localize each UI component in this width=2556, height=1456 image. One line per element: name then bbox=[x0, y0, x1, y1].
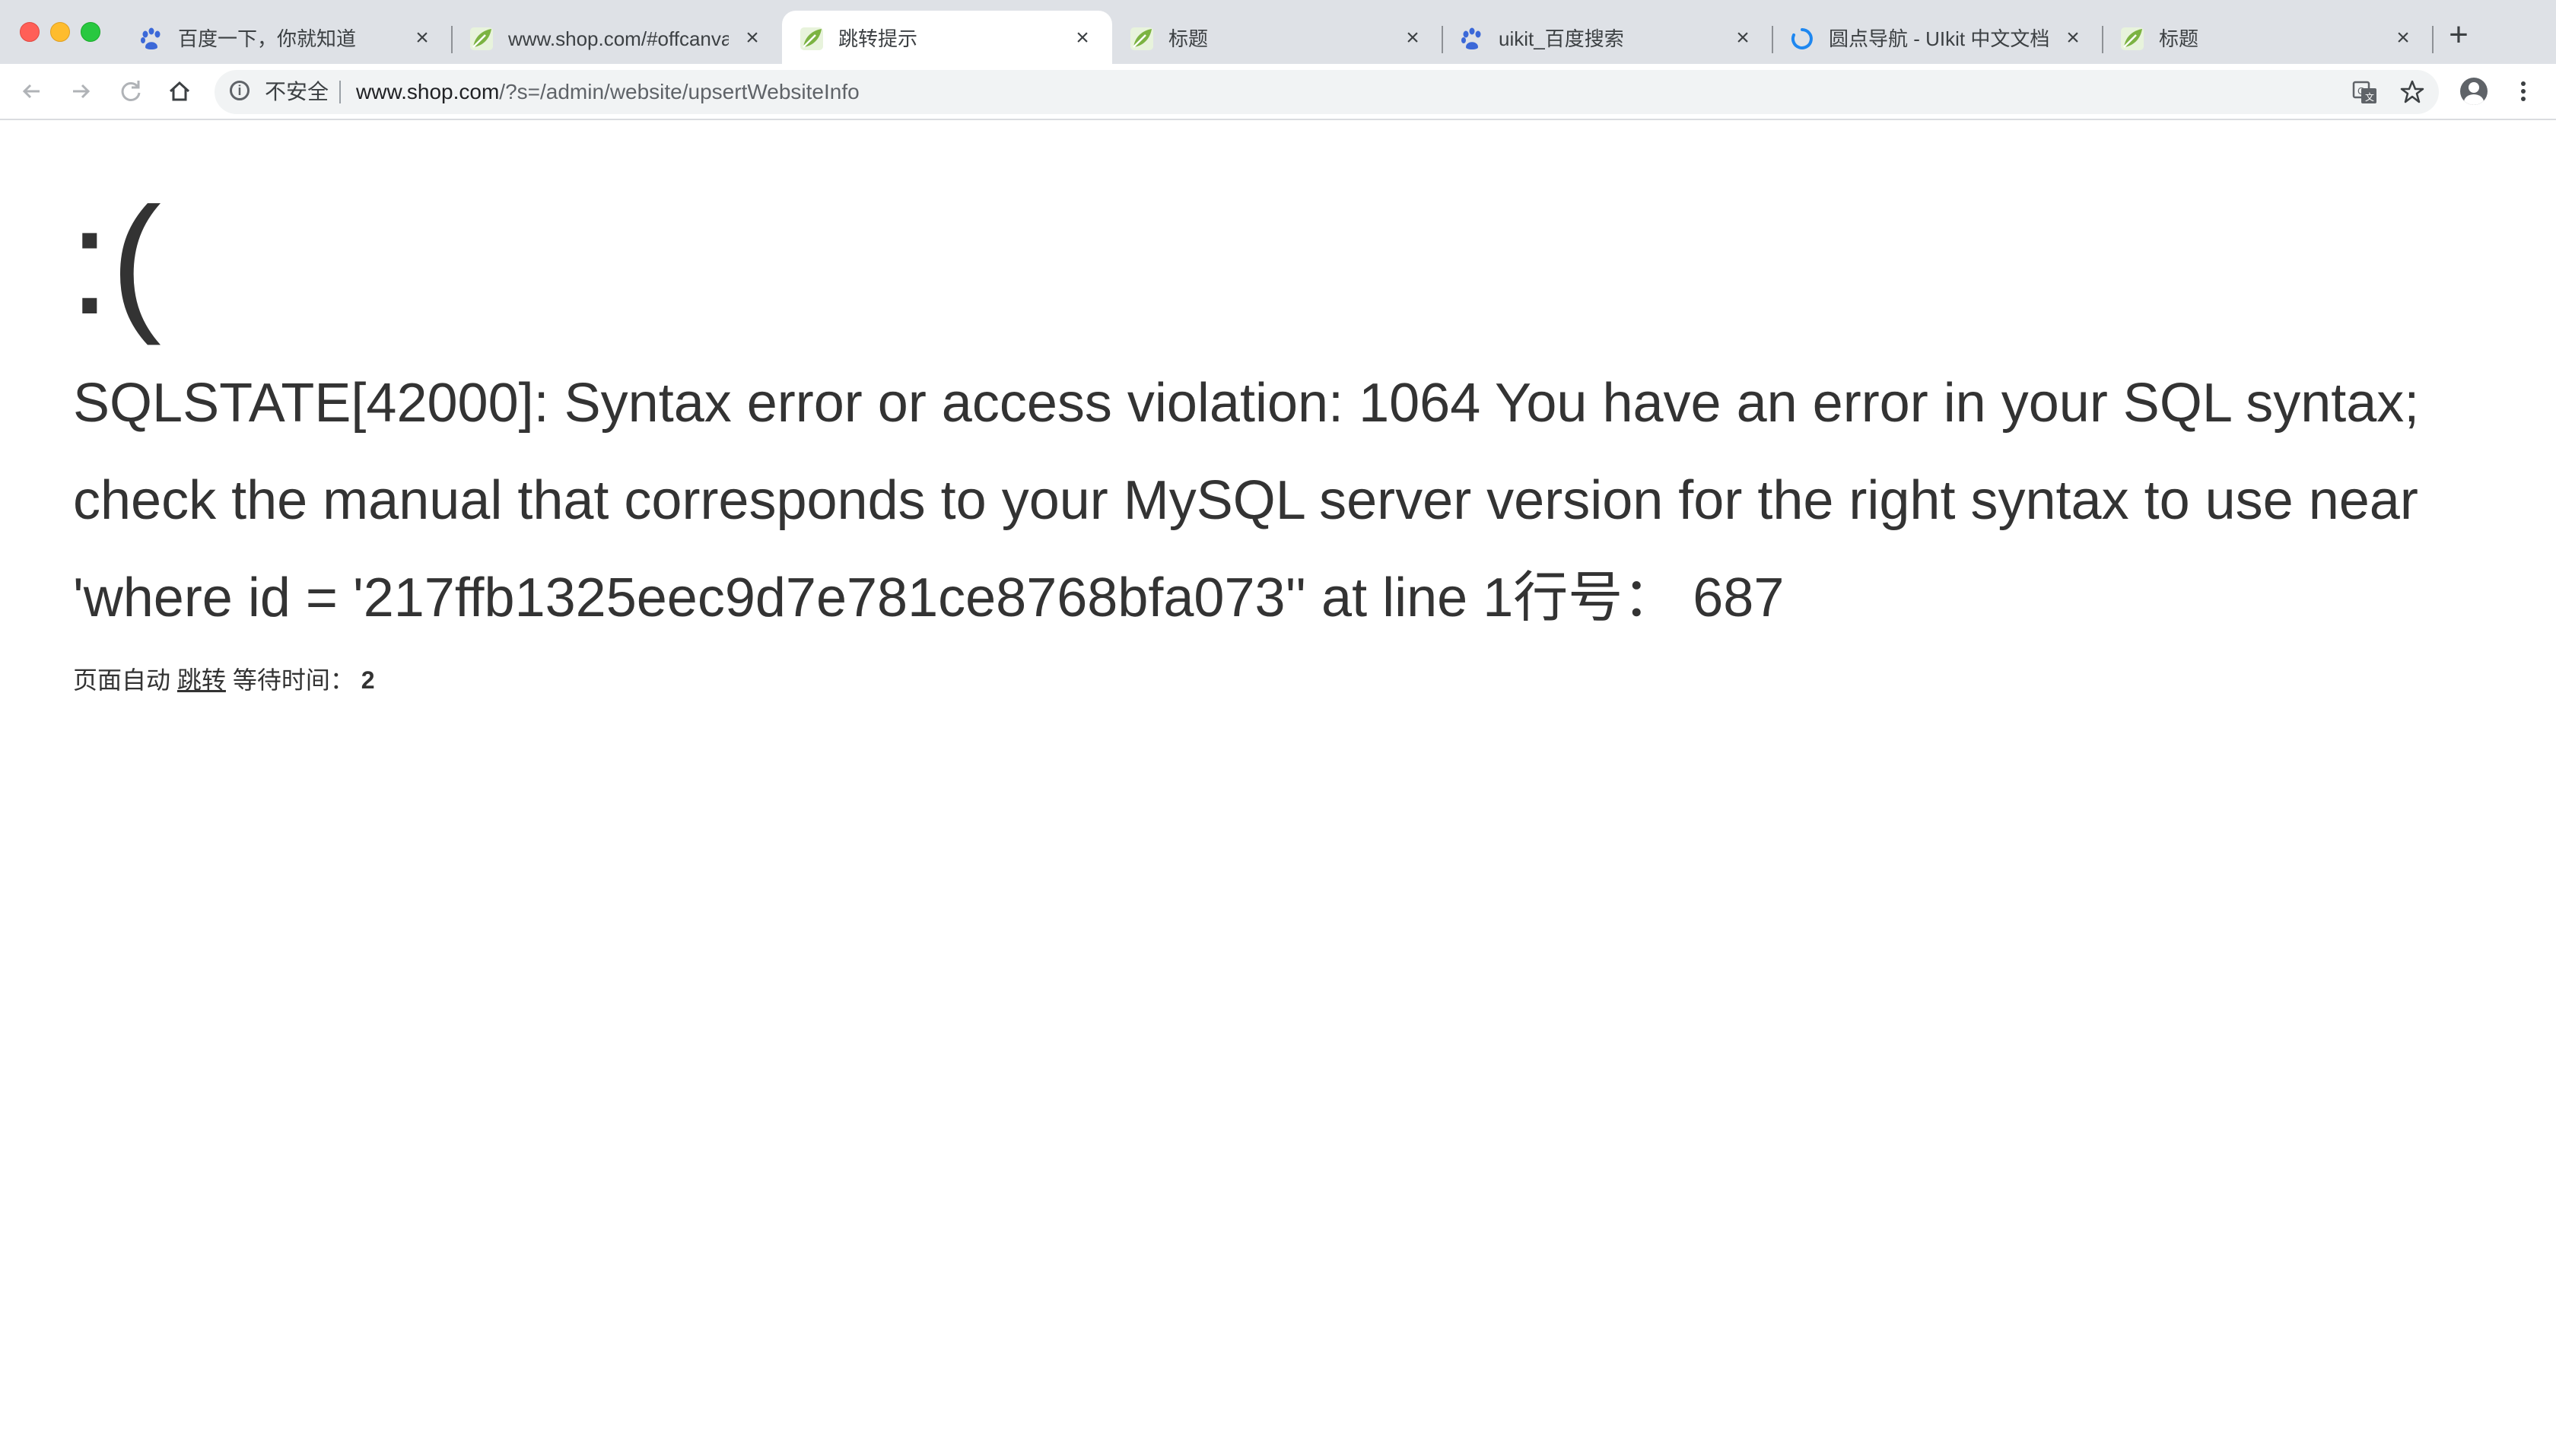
info-icon[interactable]: i bbox=[230, 81, 250, 100]
omnibox-separator bbox=[339, 81, 341, 103]
redirect-prefix: 页面自动 bbox=[73, 666, 171, 694]
browser-tab-active[interactable]: 跳转提示 × bbox=[782, 11, 1112, 64]
redirect-notice: 页面自动 跳转 等待时间： 2 bbox=[73, 663, 375, 697]
leaf-icon bbox=[470, 27, 493, 50]
more-menu-icon[interactable] bbox=[2512, 76, 2535, 106]
tab-title: 标题 bbox=[2159, 27, 2199, 50]
browser-tab[interactable]: 圆点导航 - UIkit 中文文档 × bbox=[1772, 11, 2103, 64]
svg-text:文: 文 bbox=[2365, 91, 2374, 103]
wait-seconds: 2 bbox=[361, 666, 375, 694]
tab-title: uikit_百度搜索 bbox=[1499, 27, 1624, 50]
baidu-paw-icon bbox=[141, 27, 161, 49]
bookmark-star-icon[interactable] bbox=[2398, 78, 2427, 106]
url-text[interactable]: www.shop.com/?s=/admin/website/upsertWeb… bbox=[356, 78, 860, 106]
svg-text:G: G bbox=[2357, 86, 2364, 97]
page-content: :( SQLSTATE[42000]: Syntax error or acce… bbox=[0, 120, 2556, 1456]
address-bar[interactable]: i 不安全 www.shop.com/?s=/admin/website/ups… bbox=[215, 70, 2439, 114]
security-label[interactable]: 不安全 bbox=[265, 78, 329, 106]
browser-tab[interactable]: 标题 × bbox=[2103, 11, 2434, 64]
url-path: /?s=/admin/website/upsertWebsiteInfo bbox=[499, 80, 860, 103]
tab-close-icon[interactable]: × bbox=[1400, 25, 1426, 51]
leaf-icon bbox=[800, 27, 823, 50]
window-minimize-button[interactable] bbox=[50, 22, 70, 42]
sad-face: :( bbox=[68, 176, 162, 346]
browser-tab[interactable]: 标题 × bbox=[1112, 11, 1443, 64]
leaf-icon bbox=[1130, 27, 1153, 50]
browser-tab[interactable]: uikit_百度搜索 × bbox=[1442, 11, 1773, 64]
new-tab-button[interactable]: + bbox=[2443, 18, 2474, 52]
jump-link[interactable]: 跳转 bbox=[177, 666, 226, 694]
home-icon[interactable] bbox=[164, 76, 195, 106]
tab-close-icon[interactable]: × bbox=[2390, 25, 2416, 51]
forward-arrow-icon[interactable] bbox=[65, 76, 96, 106]
tab-close-icon[interactable]: × bbox=[739, 25, 765, 51]
translate-icon[interactable]: G 文 bbox=[2351, 78, 2380, 106]
window-zoom-button[interactable] bbox=[81, 22, 100, 42]
tab-title: 百度一下，你就知道 bbox=[178, 27, 357, 50]
window-close-button[interactable] bbox=[20, 22, 40, 42]
reload-icon[interactable] bbox=[116, 76, 146, 106]
error-message: SQLSTATE[42000]: Syntax error or access … bbox=[73, 373, 2420, 628]
url-host: www.shop.com bbox=[356, 80, 500, 103]
leaf-icon bbox=[2121, 27, 2144, 50]
uikit-spinner-icon bbox=[1791, 28, 1813, 49]
browser-tab[interactable]: www.shop.com/#offcanvas × bbox=[452, 11, 782, 64]
wait-label: 等待时间： bbox=[232, 666, 354, 694]
browser-tab-bar: 百度一下，你就知道 × www.shop.com/#offcanvas × 跳转… bbox=[0, 0, 2556, 64]
profile-avatar-icon[interactable] bbox=[2460, 78, 2488, 105]
tab-close-icon[interactable]: × bbox=[2060, 25, 2086, 51]
tab-title: 标题 bbox=[1168, 27, 1209, 50]
tab-close-icon[interactable]: × bbox=[1070, 25, 1095, 51]
back-arrow-icon[interactable] bbox=[17, 76, 47, 106]
browser-tab[interactable]: 百度一下，你就知道 × bbox=[122, 11, 453, 64]
tab-title: 跳转提示 bbox=[838, 27, 918, 50]
browser-toolbar: i 不安全 www.shop.com/?s=/admin/website/ups… bbox=[0, 64, 2556, 120]
tab-close-icon[interactable]: × bbox=[1730, 25, 1756, 51]
tab-close-icon[interactable]: × bbox=[409, 25, 435, 51]
baidu-paw-icon bbox=[1461, 27, 1481, 49]
tab-title: www.shop.com/#offcanvas bbox=[508, 27, 729, 50]
tab-title: 圆点导航 - UIkit 中文文档 bbox=[1829, 27, 2049, 50]
tab-separator bbox=[2432, 26, 2434, 53]
